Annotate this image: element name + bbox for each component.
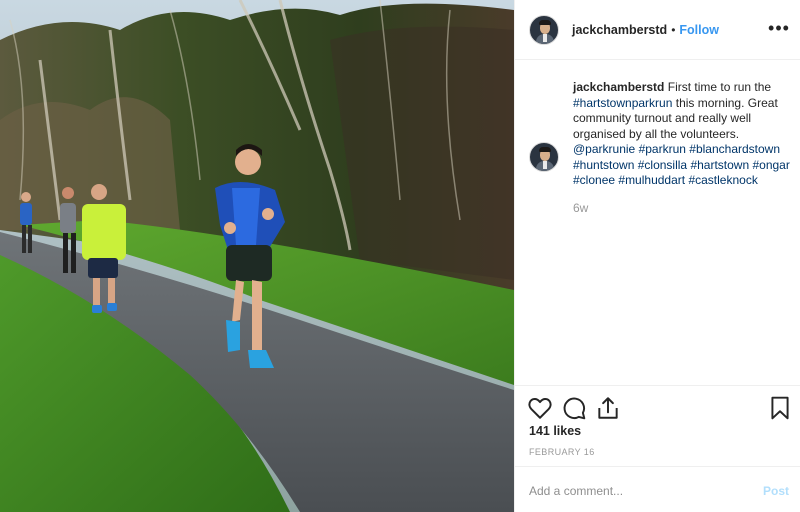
caption-text: jackchamberstd First time to run the #ha… [573, 80, 791, 216]
caption-username[interactable]: jackchamberstd [573, 80, 664, 94]
hashtag-link[interactable]: #hartstownparkrun [573, 96, 672, 110]
comment-input[interactable] [529, 481, 749, 501]
caption-text-part: First time to run the [667, 80, 772, 94]
mention-link[interactable]: @parkrunie [573, 142, 635, 156]
share-icon[interactable] [595, 395, 621, 421]
hashtag-link[interactable]: #huntstown [573, 158, 634, 172]
hashtag-link[interactable]: #castleknock [688, 173, 757, 187]
hashtag-link[interactable]: #blanchardstown [689, 142, 780, 156]
hashtag-link[interactable]: #clonsilla [638, 158, 687, 172]
post-details-panel: jackchamberstd • Follow ••• jackchambers… [514, 0, 800, 512]
hashtag-link[interactable]: #mulhuddart [618, 173, 685, 187]
header-separator: • [671, 22, 676, 37]
heart-icon[interactable] [527, 395, 553, 421]
avatar[interactable] [529, 142, 559, 172]
hashtag-link[interactable]: #clonee [573, 173, 615, 187]
running-path-photo [0, 0, 514, 512]
post-comment-button[interactable]: Post [763, 484, 789, 498]
hashtag-link[interactable]: #hartstown [690, 158, 749, 172]
caption-timestamp[interactable]: 6w [573, 201, 791, 217]
post-date: FEBRUARY 16 [529, 447, 595, 457]
follow-button[interactable]: Follow [679, 23, 719, 37]
hashtag-link[interactable]: #parkrun [639, 142, 686, 156]
likes-count[interactable]: 141 likes [529, 424, 581, 438]
post-header: jackchamberstd • Follow ••• [515, 0, 800, 60]
hashtag-link[interactable]: #ongar [752, 158, 789, 172]
add-comment-bar: Post [515, 466, 800, 512]
comment-icon[interactable] [561, 395, 587, 421]
avatar[interactable] [529, 14, 559, 45]
more-options-icon[interactable]: ••• [768, 18, 789, 38]
bookmark-icon[interactable] [767, 395, 793, 421]
action-bar [515, 385, 800, 429]
caption-comment: jackchamberstd First time to run the #ha… [529, 80, 791, 216]
header-username[interactable]: jackchamberstd [572, 23, 667, 37]
post-photo[interactable] [0, 0, 514, 512]
